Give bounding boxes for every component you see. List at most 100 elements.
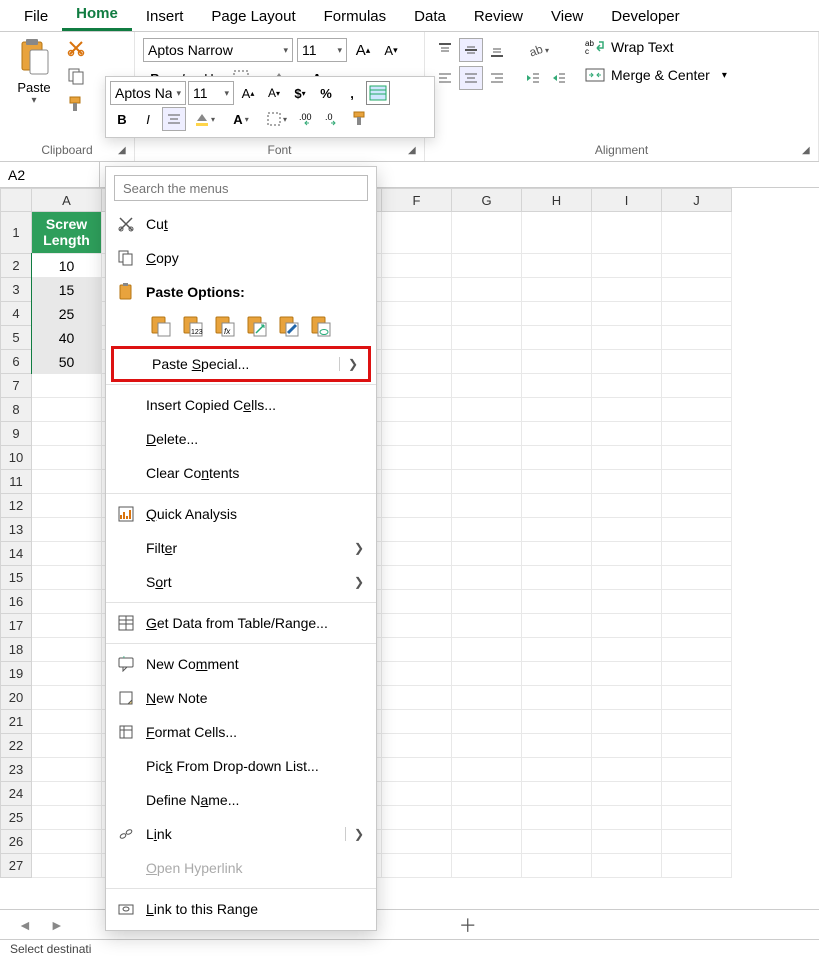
- cell-J1[interactable]: [662, 212, 732, 254]
- cell-I8[interactable]: [592, 398, 662, 422]
- select-all-corner[interactable]: [0, 188, 32, 212]
- cell-F23[interactable]: [382, 758, 452, 782]
- cell-F26[interactable]: [382, 830, 452, 854]
- cell-I26[interactable]: [592, 830, 662, 854]
- row-header-3[interactable]: 3: [0, 278, 32, 302]
- row-header-13[interactable]: 13: [0, 518, 32, 542]
- cell-J8[interactable]: [662, 398, 732, 422]
- cell-F16[interactable]: [382, 590, 452, 614]
- tab-view[interactable]: View: [537, 2, 597, 31]
- mini-increase-font-icon[interactable]: A▴: [236, 81, 260, 105]
- cell-I22[interactable]: [592, 734, 662, 758]
- cell-I2[interactable]: [592, 254, 662, 278]
- cell-I18[interactable]: [592, 638, 662, 662]
- cell-I14[interactable]: [592, 542, 662, 566]
- cell-G19[interactable]: [452, 662, 522, 686]
- cell-I27[interactable]: [592, 854, 662, 878]
- menu-cut[interactable]: Cut: [106, 207, 376, 241]
- cell-I13[interactable]: [592, 518, 662, 542]
- mini-bold-button[interactable]: B: [110, 107, 134, 131]
- cell-A4[interactable]: 25: [32, 302, 102, 326]
- wrap-text-button[interactable]: abc Wrap Text: [585, 38, 727, 56]
- cell-J23[interactable]: [662, 758, 732, 782]
- cell-J15[interactable]: [662, 566, 732, 590]
- cell-A24[interactable]: [32, 782, 102, 806]
- mini-fill-color-button[interactable]: ▾: [188, 107, 222, 131]
- menu-search-input[interactable]: [114, 175, 368, 201]
- cell-J3[interactable]: [662, 278, 732, 302]
- row-header-20[interactable]: 20: [0, 686, 32, 710]
- sheet-nav-next[interactable]: ►: [44, 917, 70, 933]
- cell-H14[interactable]: [522, 542, 592, 566]
- cell-H23[interactable]: [522, 758, 592, 782]
- cell-J14[interactable]: [662, 542, 732, 566]
- cell-G13[interactable]: [452, 518, 522, 542]
- align-right-icon[interactable]: [485, 66, 509, 90]
- row-header-26[interactable]: 26: [0, 830, 32, 854]
- menu-search[interactable]: [114, 175, 368, 201]
- row-header-12[interactable]: 12: [0, 494, 32, 518]
- cell-F20[interactable]: [382, 686, 452, 710]
- cell-A26[interactable]: [32, 830, 102, 854]
- mini-font-color-button[interactable]: A▾: [224, 107, 258, 131]
- cell-F22[interactable]: [382, 734, 452, 758]
- cell-G11[interactable]: [452, 470, 522, 494]
- mini-comma-icon[interactable]: ,: [340, 81, 364, 105]
- cell-J21[interactable]: [662, 710, 732, 734]
- row-header-19[interactable]: 19: [0, 662, 32, 686]
- cell-J25[interactable]: [662, 806, 732, 830]
- cell-H24[interactable]: [522, 782, 592, 806]
- row-header-15[interactable]: 15: [0, 566, 32, 590]
- cell-G9[interactable]: [452, 422, 522, 446]
- cell-G25[interactable]: [452, 806, 522, 830]
- cell-H3[interactable]: [522, 278, 592, 302]
- cell-J7[interactable]: [662, 374, 732, 398]
- decrease-font-icon[interactable]: A▾: [379, 38, 403, 62]
- menu-sort[interactable]: Sort ❯: [106, 565, 376, 599]
- cell-H12[interactable]: [522, 494, 592, 518]
- cell-F10[interactable]: [382, 446, 452, 470]
- cell-H2[interactable]: [522, 254, 592, 278]
- col-header-F[interactable]: F: [382, 188, 452, 212]
- mini-size-combo[interactable]: 11▾: [188, 81, 234, 105]
- cell-A1[interactable]: ScrewLength: [32, 212, 102, 254]
- cell-G23[interactable]: [452, 758, 522, 782]
- cell-A25[interactable]: [32, 806, 102, 830]
- copy-icon[interactable]: [66, 66, 86, 86]
- cell-A3[interactable]: 15: [32, 278, 102, 302]
- tab-review[interactable]: Review: [460, 2, 537, 31]
- cell-H25[interactable]: [522, 806, 592, 830]
- menu-new-note[interactable]: New Note: [106, 681, 376, 715]
- cell-A2[interactable]: 10: [32, 254, 102, 278]
- row-header-18[interactable]: 18: [0, 638, 32, 662]
- orientation-button[interactable]: ab▾: [521, 38, 555, 62]
- cell-A12[interactable]: [32, 494, 102, 518]
- cell-F9[interactable]: [382, 422, 452, 446]
- mini-italic-button[interactable]: I: [136, 107, 160, 131]
- menu-link-to-range[interactable]: Link to this Range: [106, 892, 376, 926]
- cell-H20[interactable]: [522, 686, 592, 710]
- cell-F18[interactable]: [382, 638, 452, 662]
- cell-J12[interactable]: [662, 494, 732, 518]
- name-box[interactable]: A2: [0, 162, 100, 187]
- cell-G7[interactable]: [452, 374, 522, 398]
- mini-borders-button[interactable]: ▾: [260, 107, 294, 131]
- row-header-7[interactable]: 7: [0, 374, 32, 398]
- menu-link[interactable]: Link ❯: [106, 817, 376, 851]
- row-header-9[interactable]: 9: [0, 422, 32, 446]
- cell-H6[interactable]: [522, 350, 592, 374]
- cell-A15[interactable]: [32, 566, 102, 590]
- cell-F6[interactable]: [382, 350, 452, 374]
- paste-formulas-icon[interactable]: fx: [212, 313, 238, 339]
- mini-percent-icon[interactable]: %: [314, 81, 338, 105]
- cut-icon[interactable]: [66, 38, 86, 58]
- cell-F7[interactable]: [382, 374, 452, 398]
- paste-values-icon[interactable]: 123: [180, 313, 206, 339]
- menu-insert-copied-cells[interactable]: Insert Copied Cells...: [106, 388, 376, 422]
- cell-A5[interactable]: 40: [32, 326, 102, 350]
- cell-F15[interactable]: [382, 566, 452, 590]
- cell-F25[interactable]: [382, 806, 452, 830]
- cell-I3[interactable]: [592, 278, 662, 302]
- row-header-1[interactable]: 1: [0, 212, 32, 254]
- cell-J19[interactable]: [662, 662, 732, 686]
